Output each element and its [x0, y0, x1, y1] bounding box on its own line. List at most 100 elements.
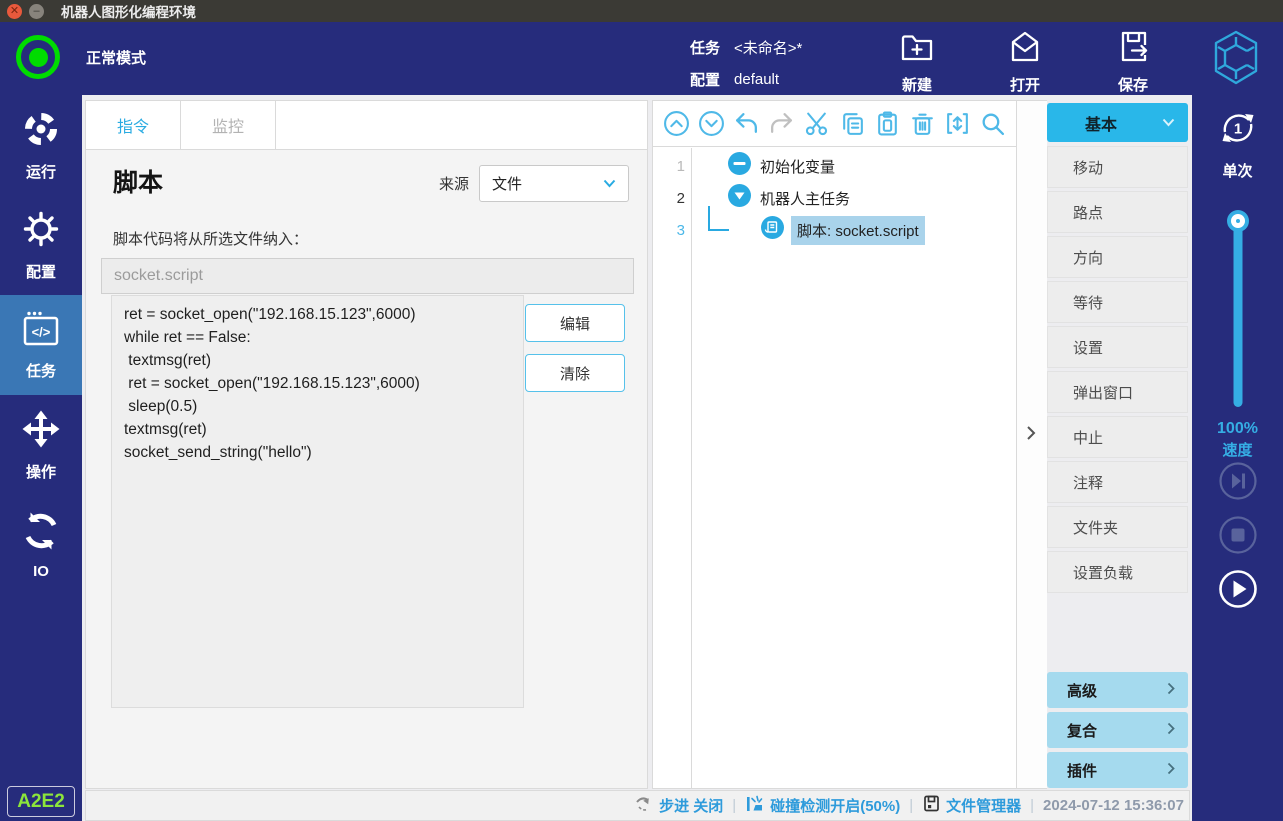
cycle-mode-label: 单次 [1222, 160, 1252, 181]
move-down-icon[interactable] [698, 110, 725, 137]
category-basic-button[interactable]: 基本 [1047, 103, 1188, 142]
chevron-right-icon [1167, 762, 1175, 779]
config-icon [21, 209, 61, 254]
sidebar-item-task[interactable]: </> 任务 [0, 295, 82, 395]
instruction-tabbar: 指令 监控 [86, 101, 647, 150]
script-node-icon[interactable] [761, 216, 784, 244]
panel-expander[interactable] [1017, 100, 1047, 789]
new-task-button[interactable]: 新建 [878, 28, 956, 95]
search-icon[interactable] [979, 110, 1006, 137]
script-code-preview[interactable]: ret = socket_open("192.168.15.123",6000)… [111, 295, 524, 708]
run-icon [21, 109, 61, 154]
step-forward-button[interactable] [1218, 461, 1258, 501]
group-advanced-button[interactable]: 高级 [1047, 672, 1188, 708]
command-direction[interactable]: 方向 [1047, 236, 1188, 278]
save-task-label: 保存 [1118, 74, 1148, 95]
command-wait[interactable]: 等待 [1047, 281, 1188, 323]
command-panel: 基本 移动 路点 方向 等待 设置 弹出窗口 中止 注释 文件夹 设置负载 高级… [1047, 100, 1188, 789]
task-label: 任务 [690, 37, 720, 58]
robot-model-badge[interactable]: A2E2 [7, 786, 75, 817]
copy-icon[interactable] [839, 110, 866, 137]
command-abort[interactable]: 中止 [1047, 416, 1188, 458]
status-divider: | [909, 797, 913, 814]
file-manager-button[interactable]: 文件管理器 [922, 794, 1021, 817]
command-comment[interactable]: 注释 [1047, 461, 1188, 503]
group-composite-label: 复合 [1067, 720, 1097, 741]
step-mode-label: 步进 关闭 [659, 795, 723, 816]
save-file-icon [1115, 28, 1151, 71]
command-set-payload[interactable]: 设置负载 [1047, 551, 1188, 593]
clear-button[interactable]: 清除 [525, 354, 625, 392]
insert-icon[interactable] [944, 110, 971, 137]
sidebar-item-run-label: 运行 [26, 161, 56, 182]
page-title: 脚本 [113, 163, 163, 199]
sidebar-item-config[interactable]: 配置 [0, 195, 82, 295]
redo-icon[interactable] [768, 110, 795, 137]
chevron-right-icon [1167, 682, 1175, 699]
group-plugin-label: 插件 [1067, 760, 1097, 781]
sidebar-item-run[interactable]: 运行 [0, 95, 82, 195]
play-button[interactable] [1218, 569, 1258, 609]
collision-detection-status[interactable]: 碰撞检测开启(50%) [745, 794, 900, 818]
cut-icon[interactable] [803, 110, 830, 137]
stop-button[interactable] [1218, 515, 1258, 555]
step-mode-status[interactable]: 步进 关闭 [634, 794, 723, 818]
header-actions: 新建 打开 保存 [878, 28, 1172, 95]
move-up-icon[interactable] [663, 110, 690, 137]
command-set[interactable]: 设置 [1047, 326, 1188, 368]
sidebar-item-config-label: 配置 [26, 261, 56, 282]
script-file-field[interactable]: socket.script [101, 258, 634, 294]
new-file-icon [899, 28, 935, 71]
tab-monitor[interactable]: 监控 [181, 101, 276, 149]
command-folder[interactable]: 文件夹 [1047, 506, 1188, 548]
window-minimize-button[interactable]: – [29, 4, 44, 19]
paste-icon[interactable] [874, 110, 901, 137]
group-plugin-button[interactable]: 插件 [1047, 752, 1188, 788]
window-close-button[interactable]: ✕ [7, 4, 22, 19]
expanded-node-icon[interactable] [728, 184, 751, 212]
open-task-button[interactable]: 打开 [986, 28, 1064, 95]
chevron-down-icon [1162, 114, 1175, 132]
code-line: ret = socket_open("192.168.15.123",6000) [124, 303, 511, 326]
io-icon [21, 511, 61, 556]
edit-button[interactable]: 编辑 [525, 304, 625, 342]
delete-icon[interactable] [909, 110, 936, 137]
collision-detection-label: 碰撞检测开启(50%) [770, 795, 900, 816]
task-config-info: 任务 <未命名>* 配置 default [690, 34, 802, 98]
status-bar: 步进 关闭 | 碰撞检测开启(50%) | 文件管理器 | 2024-07-12… [85, 790, 1190, 821]
run-control-bar: 1 单次 100% 速度 [1192, 95, 1283, 821]
sidebar-item-operate[interactable]: 操作 [0, 395, 82, 495]
code-line: sleep(0.5) [124, 395, 511, 418]
speed-slider-track[interactable] [1233, 217, 1242, 407]
tab-instruction[interactable]: 指令 [86, 101, 181, 149]
save-task-button[interactable]: 保存 [1094, 28, 1172, 95]
source-select-value: 文件 [492, 173, 522, 194]
tree-row-script[interactable]: 3 脚本: socket.script [653, 214, 1016, 246]
tree-body: 1 初始化变量 2 机器人主任务 3 脚本: socket.script [653, 148, 1016, 788]
collapsed-node-icon[interactable] [728, 152, 751, 180]
command-waypoint[interactable]: 路点 [1047, 191, 1188, 233]
cycle-mode[interactable]: 1 单次 [1192, 105, 1283, 181]
sidebar-item-io[interactable]: IO [0, 495, 82, 595]
source-select[interactable]: 文件 [479, 165, 629, 202]
tree-row-label: 脚本: socket.script [791, 216, 925, 245]
app-header: 正常模式 任务 <未命名>* 配置 default 新建 [0, 22, 1283, 95]
command-move[interactable]: 移动 [1047, 146, 1188, 188]
row-number: 3 [653, 222, 685, 239]
tree-row-init-vars[interactable]: 1 初始化变量 [653, 150, 1016, 182]
undo-icon[interactable] [733, 110, 760, 137]
open-file-icon [1007, 28, 1043, 71]
task-value: <未命名>* [734, 37, 802, 58]
command-popup[interactable]: 弹出窗口 [1047, 371, 1188, 413]
chevron-down-icon [603, 175, 616, 192]
tree-toolbar [653, 101, 1016, 147]
status-timestamp: 2024-07-12 15:36:07 [1043, 797, 1184, 814]
source-label: 来源 [439, 173, 469, 194]
file-manager-icon [922, 794, 941, 817]
script-description: 脚本代码将从所选文件纳入： [113, 228, 308, 249]
step-icon [634, 794, 654, 818]
speed-slider-knob[interactable] [1231, 214, 1245, 228]
status-divider: | [732, 797, 736, 814]
task-tree-panel: 1 初始化变量 2 机器人主任务 3 脚本: socket.script [652, 100, 1017, 789]
group-composite-button[interactable]: 复合 [1047, 712, 1188, 748]
